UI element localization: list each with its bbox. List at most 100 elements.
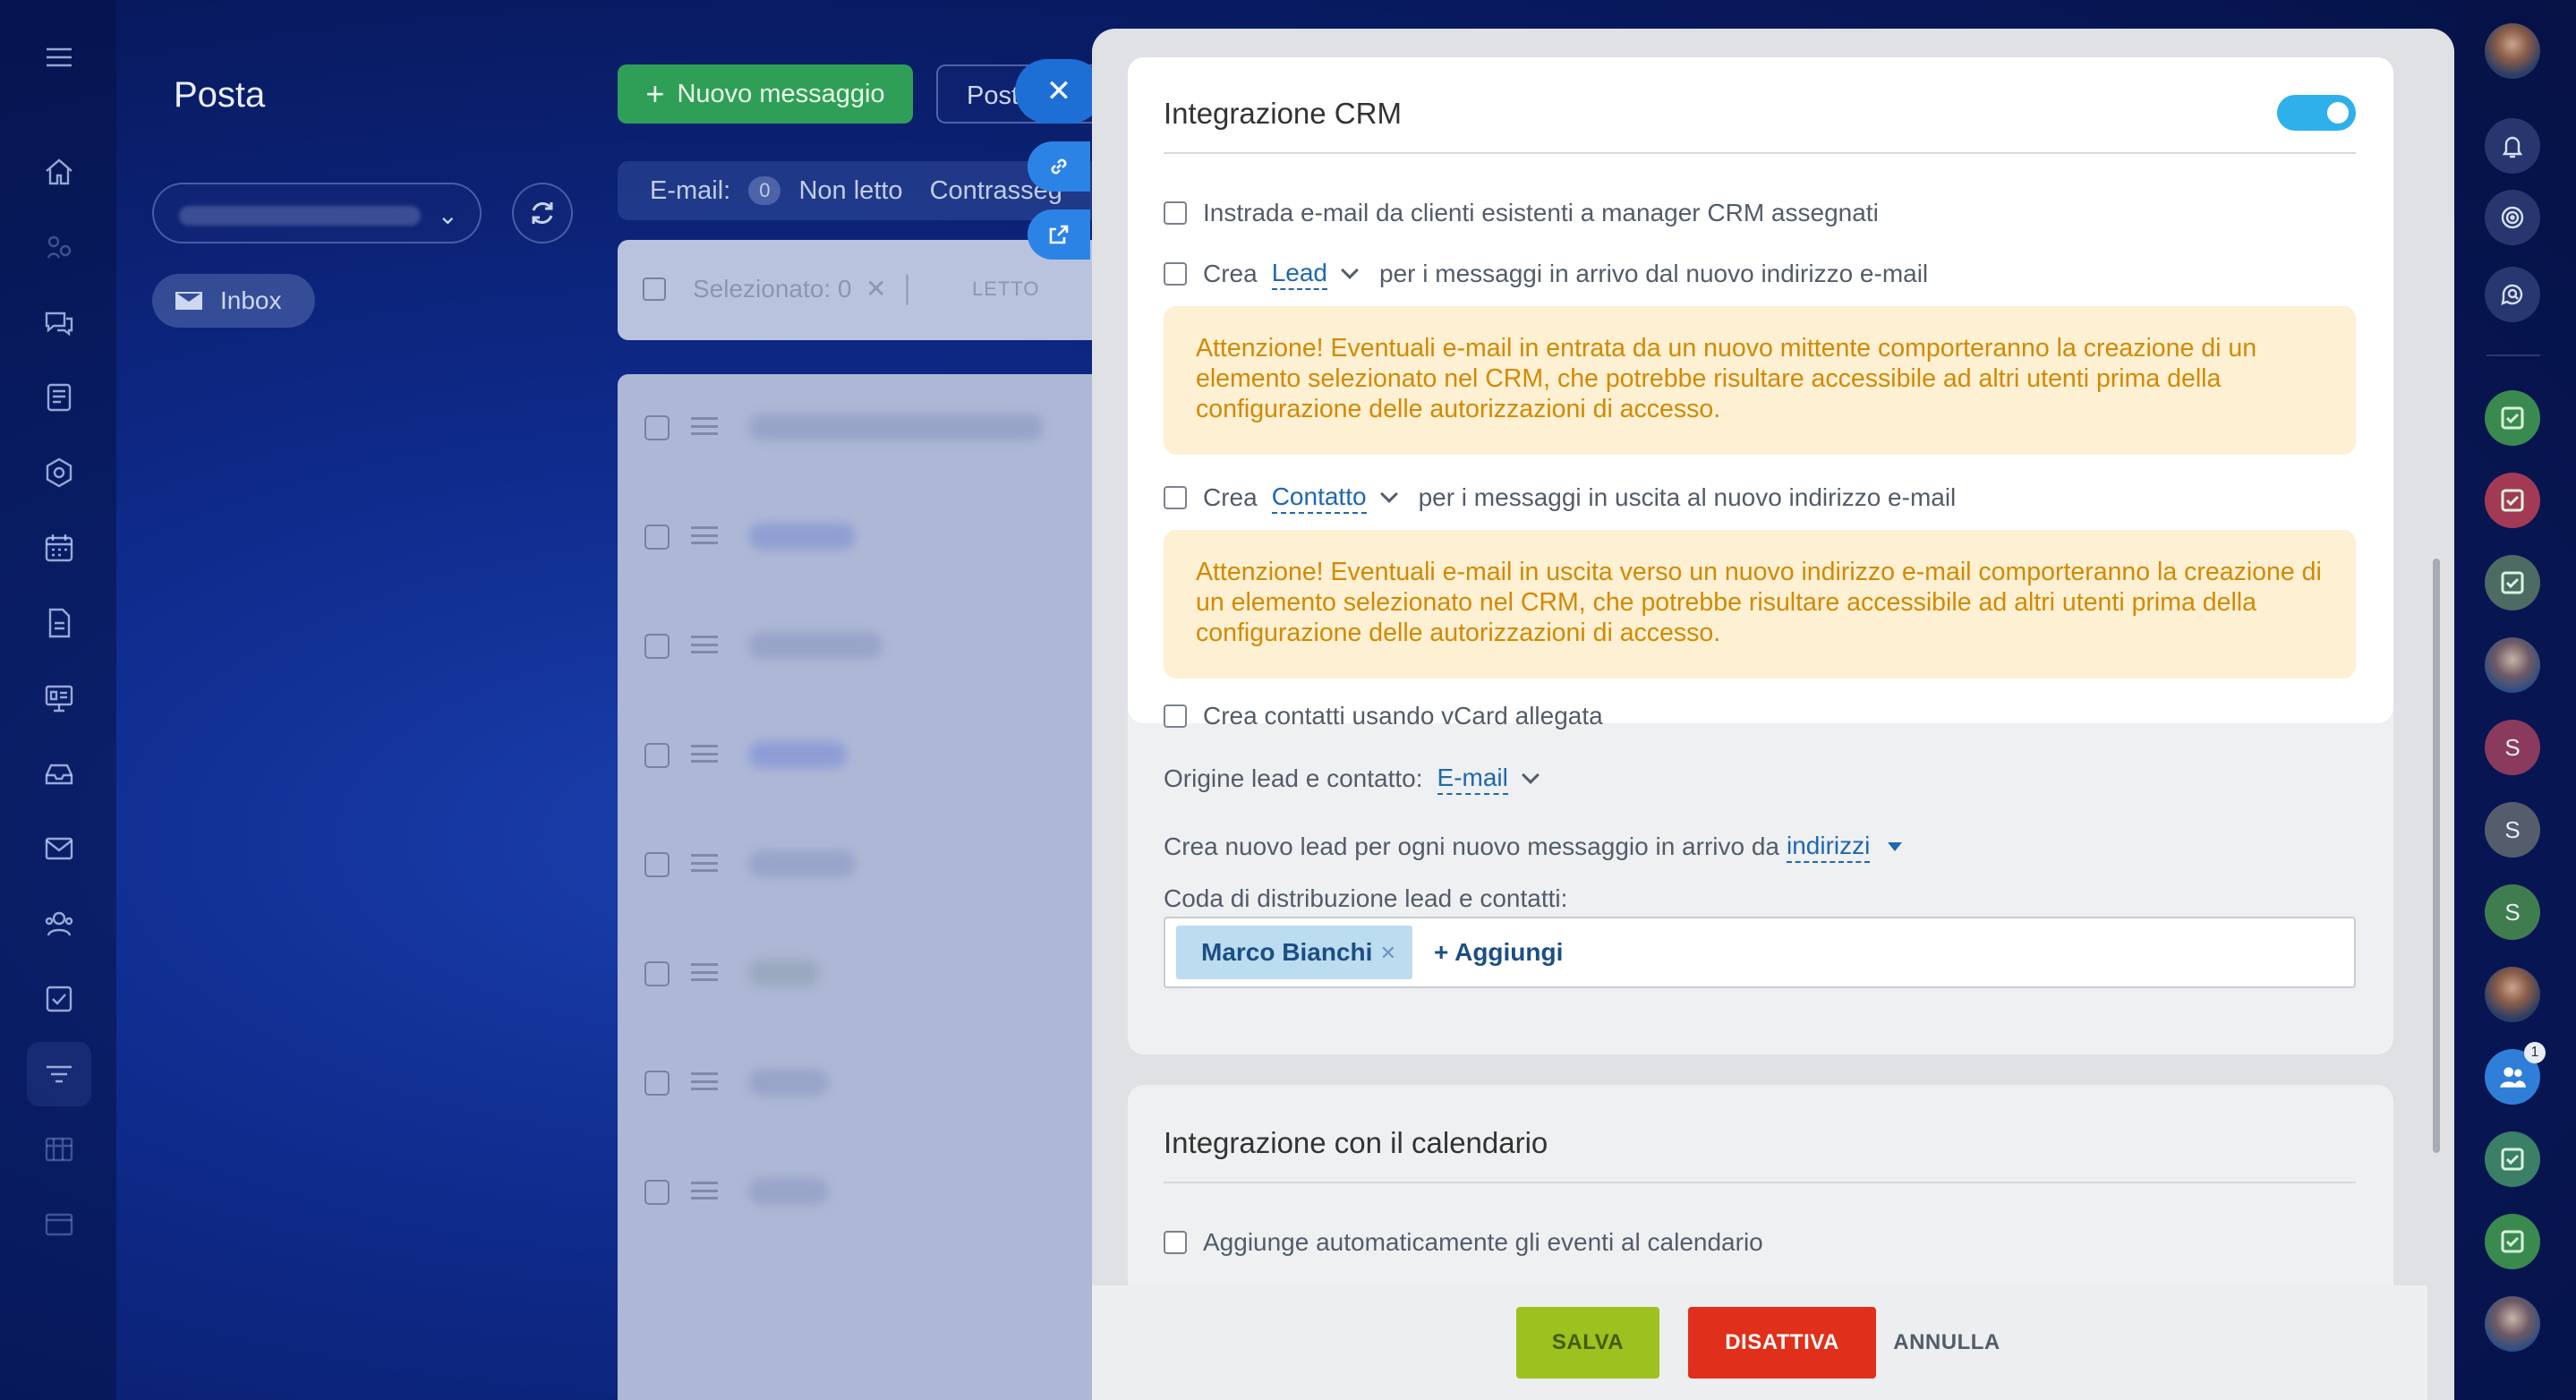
chat-icon[interactable]: [38, 301, 81, 344]
create-outgoing-checkbox[interactable]: [1164, 485, 1187, 509]
user-avatar[interactable]: [2485, 1296, 2540, 1352]
filter-icon[interactable]: [27, 1042, 91, 1106]
queue-user-chip[interactable]: Marco Bianchi ✕: [1176, 926, 1412, 979]
new-lead-text: Crea nuovo lead per ogni nuovo messaggio…: [1164, 832, 1779, 860]
email-filter-label: E-mail:: [650, 175, 731, 205]
envelope-icon: [175, 292, 202, 310]
close-slider-button[interactable]: ✕: [1015, 59, 1103, 124]
unread-filter[interactable]: Non letto: [798, 176, 902, 206]
crm-icon[interactable]: [38, 226, 81, 269]
board-icon[interactable]: [38, 677, 81, 720]
group-chat-icon[interactable]: 1: [2485, 1042, 2546, 1105]
user-avatar[interactable]: [2485, 23, 2540, 79]
route-existing-label: Instrada e-mail da clienti esistenti a m…: [1203, 199, 1879, 226]
contacts-icon[interactable]: [38, 902, 81, 945]
calendar-divider: [1164, 1182, 2356, 1183]
new-lead-row: Crea nuovo lead per ogni nuovo messaggio…: [1164, 831, 1903, 863]
create-incoming-checkbox[interactable]: [1164, 261, 1187, 286]
calendar-section-title: Integrazione con il calendario: [1164, 1126, 1548, 1159]
auto-events-checkbox[interactable]: [1164, 1231, 1187, 1254]
add-user-button[interactable]: + Aggiungi: [1434, 938, 1563, 967]
create-incoming-option: Crea Lead per i messaggi in arrivo dal n…: [1164, 258, 1928, 290]
inbox-label: Inbox: [220, 286, 282, 314]
mark-read-button[interactable]: LETTO: [972, 277, 1040, 301]
refresh-button[interactable]: [512, 183, 573, 243]
route-existing-checkbox[interactable]: [1164, 201, 1187, 225]
tasks-icon[interactable]: [38, 977, 81, 1020]
list-item[interactable]: [618, 374, 1119, 483]
incoming-entity-select[interactable]: Lead: [1271, 258, 1327, 290]
window-icon[interactable]: [38, 1203, 81, 1246]
user-avatar[interactable]: S: [2485, 720, 2540, 775]
calendar-icon[interactable]: [38, 526, 81, 569]
link-icon: [1051, 158, 1067, 175]
list-item[interactable]: [618, 1029, 1119, 1139]
task-icon[interactable]: [2485, 1214, 2540, 1269]
grid-icon[interactable]: [38, 1128, 81, 1171]
slider-scrollbar[interactable]: [2433, 559, 2440, 1153]
remove-icon[interactable]: ✕: [1380, 942, 1396, 965]
chevron-down-icon[interactable]: [1379, 484, 1398, 503]
list-item[interactable]: [618, 1139, 1119, 1248]
chevron-down-icon[interactable]: [1341, 260, 1359, 279]
target-icon[interactable]: [2485, 190, 2540, 245]
close-icon: ✕: [1045, 74, 1072, 108]
queue-selector[interactable]: Marco Bianchi ✕ + Aggiungi: [1164, 917, 2356, 988]
queue-label: Coda di distribuzione lead e contatti:: [1164, 884, 1568, 912]
vcard-checkbox[interactable]: [1164, 704, 1187, 728]
inbox-tray-icon[interactable]: [38, 752, 81, 795]
feed-icon[interactable]: [38, 376, 81, 419]
disable-button[interactable]: DISATTIVA: [1688, 1307, 1876, 1379]
create-word: Crea: [1203, 259, 1258, 287]
list-item[interactable]: [618, 483, 1119, 593]
list-item[interactable]: [618, 920, 1119, 1029]
cancel-button[interactable]: ANNULLA: [1889, 1307, 2005, 1379]
task-icon[interactable]: [2485, 473, 2540, 528]
chevron-down-icon[interactable]: [1521, 765, 1540, 784]
mailbox-select[interactable]: ⌄: [152, 183, 482, 243]
select-all-checkbox[interactable]: [643, 277, 666, 301]
incoming-warning: Attenzione! Eventuali e-mail in entrata …: [1164, 306, 2356, 455]
selected-count: Selezionato: 0 ✕ │: [693, 275, 917, 303]
auto-events-option: Aggiunge automaticamente gli eventi al c…: [1164, 1228, 1763, 1257]
unread-count-badge: 0: [748, 176, 781, 205]
outgoing-suffix: per i messaggi in uscita al nuovo indiri…: [1418, 482, 1957, 511]
open-new-window-button[interactable]: [1028, 209, 1090, 260]
outgoing-entity-select[interactable]: Contatto: [1271, 482, 1367, 514]
task-icon[interactable]: [2485, 1131, 2540, 1187]
menu-icon[interactable]: [38, 36, 81, 79]
crm-toggle[interactable]: [2277, 95, 2356, 131]
route-existing-option: Instrada e-mail da clienti esistenti a m…: [1164, 199, 1879, 227]
mailbox-name-blurred: [179, 206, 421, 226]
user-avatar[interactable]: [2485, 967, 2540, 1022]
search-chat-icon[interactable]: [2485, 267, 2540, 322]
user-avatar[interactable]: S: [2485, 802, 2540, 858]
new-lead-source-link[interactable]: indirizzi: [1786, 831, 1871, 863]
right-rail: S S S 1: [2454, 0, 2576, 1400]
new-message-button[interactable]: + Nuovo messaggio: [618, 64, 913, 124]
list-item[interactable]: [618, 811, 1119, 920]
list-item[interactable]: [618, 593, 1119, 702]
caret-down-icon[interactable]: [1888, 841, 1903, 851]
task-icon[interactable]: [2485, 390, 2540, 446]
inbox-folder[interactable]: Inbox: [152, 274, 315, 328]
vcard-label: Crea contatti usando vCard allegata: [1203, 702, 1603, 730]
vcard-option: Crea contatti usando vCard allegata: [1164, 702, 1603, 730]
list-item[interactable]: [618, 702, 1119, 811]
user-avatar[interactable]: [2485, 637, 2540, 693]
auto-events-label: Aggiunge automaticamente gli eventi al c…: [1203, 1228, 1763, 1256]
source-select[interactable]: E-mail: [1437, 763, 1508, 795]
notification-badge: 1: [2524, 1042, 2546, 1063]
bell-icon[interactable]: [2485, 118, 2540, 174]
document-icon[interactable]: [38, 602, 81, 645]
hexagon-icon[interactable]: [38, 451, 81, 494]
user-avatar[interactable]: S: [2485, 884, 2540, 940]
home-icon[interactable]: [38, 150, 81, 193]
incoming-suffix: per i messaggi in arrivo dal nuovo indir…: [1379, 259, 1929, 287]
task-icon[interactable]: [2485, 555, 2540, 610]
save-button[interactable]: SALVA: [1516, 1307, 1659, 1379]
mail-icon[interactable]: [38, 827, 81, 870]
crm-section-title: Integrazione CRM: [1164, 97, 1402, 130]
rail-divider: [2486, 354, 2540, 356]
copy-link-button[interactable]: [1028, 141, 1090, 192]
